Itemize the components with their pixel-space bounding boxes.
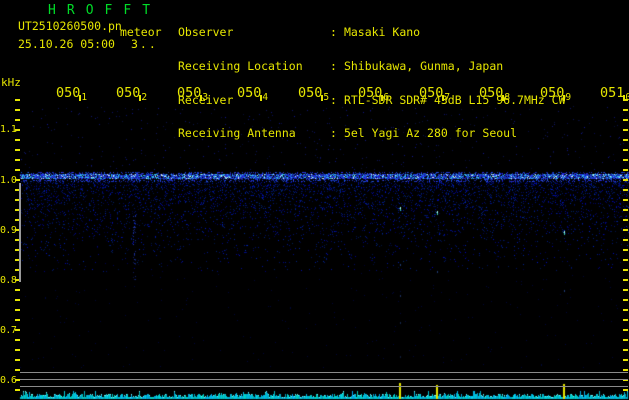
freq-tick bbox=[15, 339, 20, 341]
freq-tick bbox=[623, 179, 628, 181]
freq-tick bbox=[623, 299, 628, 301]
time-label-hhm: 050 bbox=[540, 85, 565, 101]
freq-tick bbox=[623, 339, 628, 341]
freq-tick bbox=[15, 349, 20, 351]
freq-tick bbox=[15, 289, 20, 291]
time-label-minute: 8 bbox=[504, 92, 511, 103]
freq-tick bbox=[623, 199, 628, 201]
freq-tick bbox=[15, 389, 20, 391]
time-label-hhm: 050 bbox=[419, 85, 444, 101]
axis-layer: 1.1 1.0 0.9 0.8 0.7 0.6 0501 0502 0503 0504 0505 05… bbox=[0, 0, 629, 400]
freq-tick bbox=[15, 299, 20, 301]
freq-axis-label: 0.9 bbox=[0, 225, 17, 236]
time-axis-label: 0509 bbox=[540, 82, 572, 103]
time-label-hhm: 050 bbox=[358, 85, 383, 101]
freq-tick bbox=[623, 279, 628, 281]
freq-tick bbox=[623, 289, 628, 291]
time-label-minute: 4 bbox=[262, 92, 269, 103]
time-label-hhm: 050 bbox=[237, 85, 262, 101]
freq-tick bbox=[15, 169, 20, 171]
hrofft-screen: H R O F F T UT2510260500.pn meteor 25.10… bbox=[0, 0, 629, 400]
freq-tick bbox=[623, 349, 628, 351]
time-label-minute: 3 bbox=[202, 92, 209, 103]
freq-tick bbox=[623, 359, 628, 361]
freq-tick bbox=[15, 159, 20, 161]
time-label-minute: 2 bbox=[141, 92, 148, 103]
freq-tick bbox=[623, 259, 628, 261]
freq-axis-label: 0.7 bbox=[0, 325, 17, 336]
freq-tick bbox=[623, 149, 628, 151]
level-gridline bbox=[20, 379, 628, 380]
freq-tick bbox=[15, 119, 20, 121]
freq-tick bbox=[623, 249, 628, 251]
freq-tick bbox=[623, 129, 628, 131]
time-label-minute: 9 bbox=[565, 92, 572, 103]
time-axis-label: 0510 bbox=[600, 82, 629, 103]
time-axis-label: 0502 bbox=[116, 82, 148, 103]
time-axis-label: 0505 bbox=[298, 82, 330, 103]
freq-tick bbox=[15, 109, 20, 111]
freq-axis-label: 1.1 bbox=[0, 124, 17, 135]
time-label-minute: 1 bbox=[81, 92, 88, 103]
freq-tick bbox=[15, 309, 20, 311]
freq-tick bbox=[15, 99, 20, 101]
freq-tick bbox=[623, 209, 628, 211]
freq-tick bbox=[15, 149, 20, 151]
freq-tick bbox=[623, 239, 628, 241]
freq-tick bbox=[15, 319, 20, 321]
level-gridline bbox=[20, 386, 628, 387]
freq-tick bbox=[623, 329, 628, 331]
freq-tick bbox=[15, 359, 20, 361]
freq-tick bbox=[15, 139, 20, 141]
freq-tick bbox=[623, 119, 628, 121]
time-axis-label: 0507 bbox=[419, 82, 451, 103]
freq-tick bbox=[623, 369, 628, 371]
time-label-hhm: 050 bbox=[298, 85, 323, 101]
time-axis-label: 0508 bbox=[479, 82, 511, 103]
time-label-minute: 5 bbox=[323, 92, 330, 103]
freq-axis-label: 0.6 bbox=[0, 375, 17, 386]
time-label-hhm: 050 bbox=[177, 85, 202, 101]
time-label-minute: 7 bbox=[444, 92, 451, 103]
level-gridline bbox=[20, 372, 628, 373]
freq-tick bbox=[623, 389, 628, 391]
freq-tick bbox=[623, 189, 628, 191]
freq-scale-bar bbox=[19, 183, 21, 282]
time-axis-label: 0504 bbox=[237, 82, 269, 103]
freq-tick bbox=[623, 309, 628, 311]
time-label-minute: 6 bbox=[383, 92, 390, 103]
freq-tick bbox=[623, 159, 628, 161]
freq-tick bbox=[15, 369, 20, 371]
freq-tick bbox=[623, 109, 628, 111]
freq-tick bbox=[623, 269, 628, 271]
time-label-hhm: 050 bbox=[56, 85, 81, 101]
freq-tick bbox=[623, 139, 628, 141]
time-label-minute: 0 bbox=[625, 92, 629, 103]
time-axis-label: 0503 bbox=[177, 82, 209, 103]
freq-axis-label: 1.0 bbox=[0, 174, 17, 186]
freq-tick bbox=[623, 229, 628, 231]
freq-tick bbox=[623, 169, 628, 171]
time-label-hhm: 051 bbox=[600, 85, 625, 101]
time-label-hhm: 050 bbox=[116, 85, 141, 101]
freq-tick bbox=[623, 319, 628, 321]
freq-tick bbox=[623, 219, 628, 221]
time-axis-label: 0506 bbox=[358, 82, 390, 103]
time-axis-label: 0501 bbox=[56, 82, 88, 103]
time-label-hhm: 050 bbox=[479, 85, 504, 101]
freq-axis-label: 0.8 bbox=[0, 275, 17, 286]
